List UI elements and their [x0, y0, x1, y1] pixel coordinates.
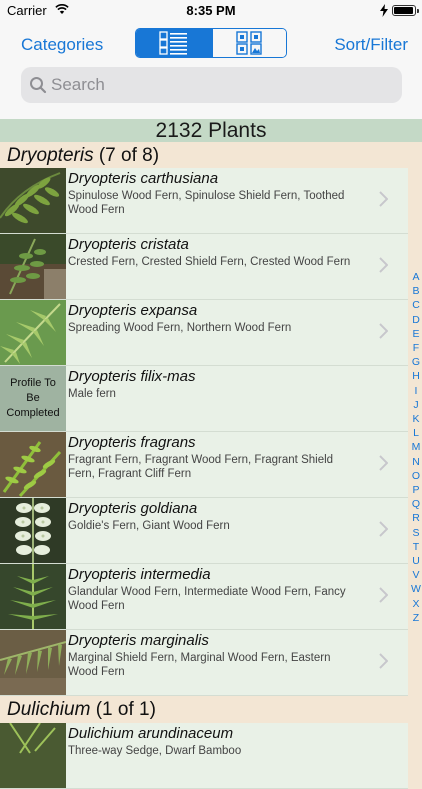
- view-mode-segmented-control[interactable]: [135, 28, 287, 58]
- scientific-name: Dryopteris carthusiana: [68, 170, 219, 187]
- plant-thumbnail: [0, 498, 66, 563]
- scientific-name: Dryopteris expansa: [68, 302, 198, 319]
- battery-icon: [392, 5, 419, 16]
- scientific-name: Dryopteris cristata: [68, 236, 189, 253]
- search-input[interactable]: [51, 75, 391, 95]
- charging-icon: [380, 4, 388, 17]
- plant-thumbnail: [0, 300, 66, 365]
- index-letter[interactable]: U: [410, 554, 422, 568]
- index-letter[interactable]: V: [410, 568, 422, 582]
- plant-thumbnail: [0, 564, 66, 629]
- plant-row[interactable]: Dryopteris intermedia Glandular Wood Fer…: [0, 564, 408, 630]
- common-names: Crested Fern, Crested Shield Fern, Crest…: [68, 256, 351, 268]
- plant-row[interactable]: Dryopteris carthusiana Spinulose Wood Fe…: [0, 168, 408, 234]
- section-genus: Dryopteris: [7, 145, 94, 166]
- chevron-right-icon: [379, 323, 388, 339]
- grid-view-icon: [236, 31, 262, 55]
- index-letter[interactable]: D: [410, 313, 422, 327]
- index-letter[interactable]: H: [410, 369, 422, 383]
- index-letter[interactable]: Z: [410, 611, 422, 625]
- chevron-right-icon: [379, 653, 388, 669]
- section-count: (1 of 1): [95, 699, 156, 720]
- index-letter[interactable]: K: [410, 412, 422, 426]
- chevron-right-icon: [379, 257, 388, 273]
- index-letter[interactable]: M: [410, 440, 422, 454]
- plant-row[interactable]: Dulichium arundinaceum Three-way Sedge, …: [0, 723, 408, 789]
- profile-placeholder: Profile To Be Completed: [0, 366, 66, 431]
- section-header-dulichium: Dulichium (1 of 1): [0, 696, 410, 723]
- plant-thumbnail: [0, 723, 66, 788]
- section-count: (7 of 8): [98, 145, 160, 166]
- scientific-name: Dryopteris marginalis: [68, 632, 209, 649]
- common-names: Marginal Shield Fern, Marginal Wood Fern…: [68, 652, 331, 678]
- categories-button[interactable]: Categories: [21, 35, 103, 55]
- list-view-segment[interactable]: [136, 29, 212, 57]
- scientific-name: Dulichium arundinaceum: [68, 725, 234, 742]
- plant-row[interactable]: Profile To Be Completed Dryopteris filix…: [0, 366, 408, 432]
- common-names: Fragrant Fern, Fragrant Wood Fern, Fragr…: [68, 454, 334, 480]
- section-header-dryopteris: Dryopteris (7 of 8): [0, 142, 410, 169]
- index-letter[interactable]: O: [410, 469, 422, 483]
- status-bar: Carrier 8:35 PM: [0, 0, 422, 22]
- index-letter[interactable]: E: [410, 327, 422, 341]
- plant-count: 2132 Plants: [0, 119, 422, 142]
- common-names: Three-way Sedge, Dwarf Bamboo: [68, 745, 242, 757]
- index-letter[interactable]: F: [410, 341, 422, 355]
- sort-filter-button[interactable]: Sort/Filter: [334, 35, 408, 55]
- index-letter[interactable]: A: [410, 270, 422, 284]
- clock: 8:35 PM: [186, 3, 236, 18]
- index-letter[interactable]: P: [410, 483, 422, 497]
- index-letter[interactable]: B: [410, 284, 422, 298]
- placeholder-label: Profile To Be Completed: [6, 377, 60, 419]
- common-names: Spreading Wood Fern, Northern Wood Fern: [68, 322, 292, 334]
- common-names: Male fern: [68, 388, 116, 400]
- index-letter[interactable]: T: [410, 540, 422, 554]
- navigation-bar: Categories Sort/Filter Search: [0, 22, 422, 119]
- index-letter[interactable]: C: [410, 298, 422, 312]
- grid-view-segment[interactable]: [212, 29, 286, 57]
- scientific-name: Dryopteris goldiana: [68, 500, 198, 517]
- index-letter[interactable]: X: [410, 597, 422, 611]
- search-icon: [30, 77, 47, 94]
- index-letter[interactable]: R: [410, 511, 422, 525]
- section-genus: Dulichium: [7, 699, 91, 720]
- plant-row[interactable]: Dryopteris expansa Spreading Wood Fern, …: [0, 300, 408, 366]
- index-letter[interactable]: I: [410, 384, 422, 398]
- index-letter[interactable]: S: [410, 526, 422, 540]
- plant-thumbnail: [0, 234, 66, 299]
- plant-row[interactable]: Dryopteris fragrans Fragrant Fern, Fragr…: [0, 432, 408, 498]
- index-letter[interactable]: G: [410, 355, 422, 369]
- scientific-name: Dryopteris fragrans: [68, 434, 196, 451]
- index-letter[interactable]: Q: [410, 497, 422, 511]
- plant-thumbnail: [0, 630, 66, 695]
- common-names: Glandular Wood Fern, Intermediate Wood F…: [68, 586, 346, 612]
- search-bar[interactable]: [21, 67, 402, 103]
- plant-row[interactable]: Dryopteris goldiana Goldie's Fern, Giant…: [0, 498, 408, 564]
- alphabet-index[interactable]: ABCDEFGHIJKLMNOPQRSTUVWXZ: [410, 270, 422, 625]
- chevron-right-icon: [379, 455, 388, 471]
- plant-row[interactable]: Dryopteris marginalis Marginal Shield Fe…: [0, 630, 408, 696]
- plant-row[interactable]: Dryopteris cristata Crested Fern, Creste…: [0, 234, 408, 300]
- common-names: Spinulose Wood Fern, Spinulose Shield Fe…: [68, 190, 345, 216]
- scientific-name: Dryopteris filix-mas: [68, 368, 196, 385]
- index-letter[interactable]: N: [410, 455, 422, 469]
- index-letter[interactable]: L: [410, 426, 422, 440]
- chevron-right-icon: [379, 587, 388, 603]
- index-letter[interactable]: W: [410, 582, 422, 596]
- common-names: Goldie's Fern, Giant Wood Fern: [68, 520, 230, 532]
- chevron-right-icon: [379, 191, 388, 207]
- scientific-name: Dryopteris intermedia: [68, 566, 211, 583]
- index-letter[interactable]: J: [410, 398, 422, 412]
- list-view-icon: [159, 31, 187, 55]
- plant-thumbnail: [0, 168, 66, 233]
- plant-thumbnail: [0, 432, 66, 497]
- chevron-right-icon: [379, 521, 388, 537]
